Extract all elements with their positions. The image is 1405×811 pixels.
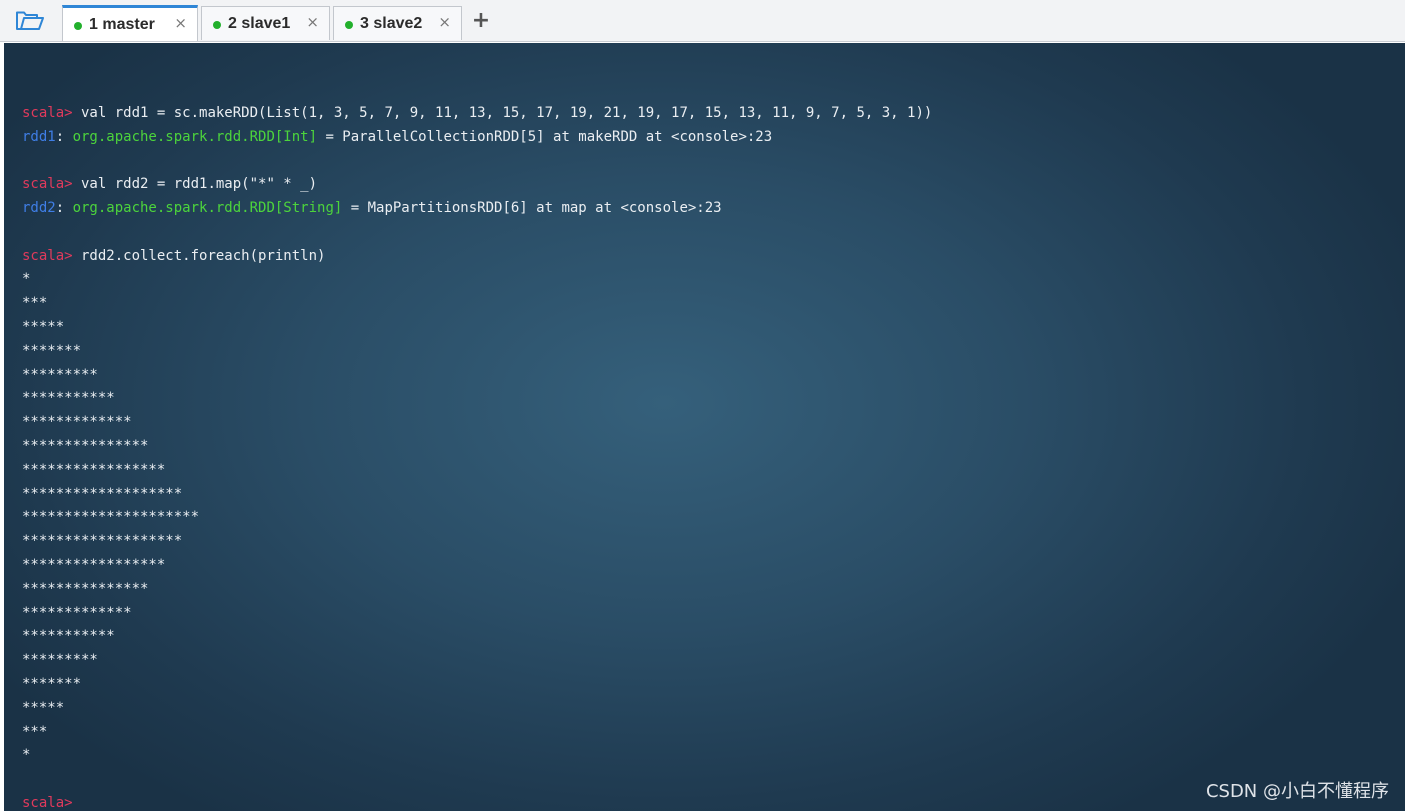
terminal-text: *******	[22, 675, 82, 692]
terminal-line: *******************	[22, 530, 932, 554]
terminal-output: scala> val rdd1 = sc.makeRDD(List(1, 3, …	[22, 78, 932, 811]
terminal-text: org.apache.spark.rdd.RDD[String]	[72, 199, 343, 216]
terminal-line: scala> val rdd2 = rdd1.map("*" * _)	[22, 173, 932, 197]
terminal-text: *********************	[22, 509, 200, 526]
terminal-text: org.apache.spark.rdd.RDD[Int]	[72, 128, 318, 145]
terminal-text: *******************	[22, 485, 183, 502]
terminal-text: = MapPartitionsRDD[6] at map at <console…	[342, 199, 722, 216]
terminal-text: *	[22, 747, 31, 764]
terminal-text: val rdd2 = rdd1.map("*" * _)	[72, 176, 318, 193]
terminal-text: *****************	[22, 461, 166, 478]
terminal-line: *******************	[22, 483, 932, 507]
tab-slave2[interactable]: 3 slave2 ×	[333, 6, 462, 40]
terminal-line: *******	[22, 340, 932, 364]
tab-label: 1 master	[89, 15, 155, 33]
terminal-text: *********	[22, 652, 98, 669]
prompt-text: scala>	[22, 104, 73, 121]
close-icon[interactable]: ×	[438, 13, 451, 31]
tab-bar: 1 master × 2 slave1 × 3 slave2 × +	[0, 0, 1405, 42]
terminal-line: scala> rdd2.collect.foreach(println)	[22, 245, 932, 269]
terminal-line: ***********	[22, 387, 932, 411]
terminal-text: rdd2.collect.foreach(println)	[72, 247, 326, 264]
terminal-line: *****************	[22, 554, 932, 578]
terminal-text: *************	[22, 604, 132, 621]
terminal-text: ***************	[22, 437, 149, 454]
terminal-line: ***	[22, 292, 932, 316]
terminal-line: scala> val rdd1 = sc.makeRDD(List(1, 3, …	[22, 102, 932, 126]
terminal-line: *********	[22, 364, 932, 388]
prompt-text: scala>	[22, 176, 73, 193]
terminal-line: *****************	[22, 459, 932, 483]
close-icon[interactable]: ×	[306, 13, 319, 31]
terminal-text: ***	[22, 723, 48, 740]
terminal-line: ***************	[22, 578, 932, 602]
terminal-line: ***********	[22, 625, 932, 649]
terminal-text: *	[22, 271, 31, 288]
watermark: CSDN @小白不懂程序	[1205, 781, 1389, 802]
terminal-line: *****	[22, 316, 932, 340]
terminal-text: = ParallelCollectionRDD[5] at makeRDD at…	[317, 128, 773, 145]
status-dot-icon	[213, 21, 221, 29]
terminal-text: rdd2	[22, 199, 56, 216]
status-dot-icon	[345, 21, 353, 29]
terminal-text: *****	[22, 699, 65, 716]
terminal-line: scala>	[22, 792, 932, 811]
terminal-text: rdd1	[22, 128, 56, 145]
terminal-line: rdd1: org.apache.spark.rdd.RDD[Int] = Pa…	[22, 126, 932, 150]
terminal-line: *****	[22, 697, 932, 721]
tab-slave1[interactable]: 2 slave1 ×	[201, 6, 330, 40]
terminal-text: *******	[22, 342, 82, 359]
tab-label: 2 slave1	[228, 14, 291, 32]
prompt-text: scala>	[22, 247, 73, 264]
terminal-text: *************	[22, 414, 132, 431]
terminal-line: ***************	[22, 435, 932, 459]
tab-label: 3 slave2	[360, 14, 423, 32]
terminal-line: *	[22, 744, 932, 768]
terminal-text: ***	[22, 295, 48, 312]
terminal-text: val rdd1 = sc.makeRDD(List(1, 3, 5, 7, 9…	[72, 104, 933, 121]
terminal-text: ***********	[22, 628, 115, 645]
terminal-line: *************	[22, 411, 932, 435]
folder-open-icon[interactable]	[12, 7, 48, 35]
terminal-line: *************	[22, 602, 932, 626]
close-icon[interactable]: ×	[174, 14, 187, 32]
terminal-line: *	[22, 268, 932, 292]
terminal-line: *********************	[22, 506, 932, 530]
terminal-text: *****	[22, 318, 65, 335]
prompt-text: scala>	[22, 794, 73, 811]
terminal-text: ***************	[22, 580, 149, 597]
status-dot-icon	[74, 22, 82, 30]
terminal-text: *******************	[22, 533, 183, 550]
terminal-line: *********	[22, 649, 932, 673]
terminal-text: :	[55, 199, 73, 216]
tab-master[interactable]: 1 master ×	[62, 5, 198, 41]
terminal-line: ***	[22, 721, 932, 745]
plus-icon[interactable]: +	[470, 9, 492, 33]
terminal-panel[interactable]: scala> val rdd1 = sc.makeRDD(List(1, 3, …	[4, 43, 1405, 811]
terminal-text: *********	[22, 366, 98, 383]
terminal-line: *******	[22, 673, 932, 697]
terminal-text: :	[55, 128, 73, 145]
terminal-text: ***********	[22, 390, 115, 407]
terminal-text: *****************	[22, 556, 166, 573]
terminal-line: rdd2: org.apache.spark.rdd.RDD[String] =…	[22, 197, 932, 221]
